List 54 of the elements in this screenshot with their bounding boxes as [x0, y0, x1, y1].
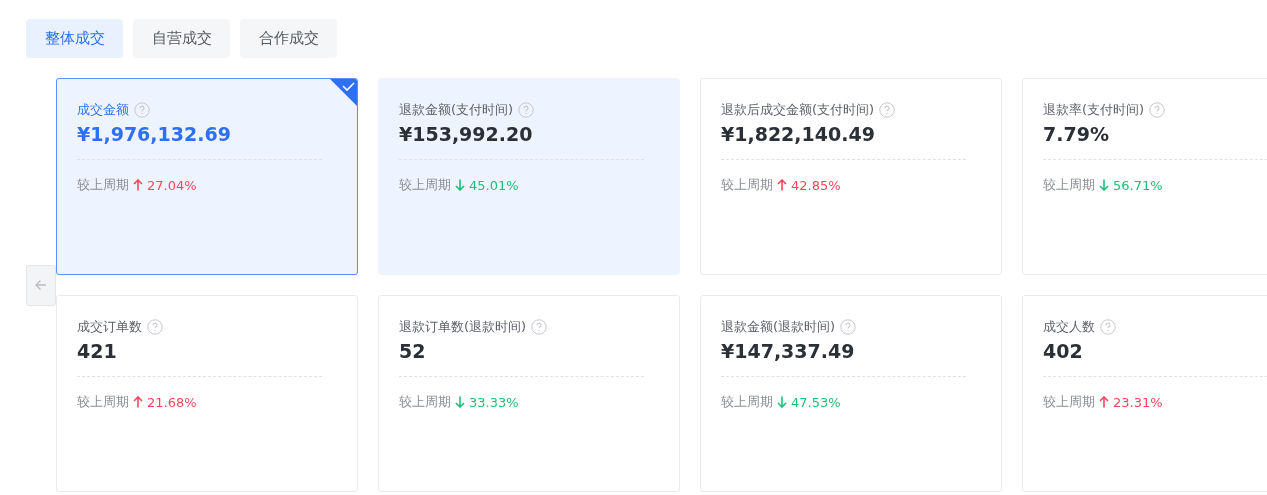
metric-card[interactable]: 成交金额 ¥1,976,132.69 较上周期 27.04% [56, 78, 358, 275]
metric-title: 成交订单数 [77, 318, 142, 336]
change-value: 33.33% [469, 394, 519, 410]
help-icon[interactable] [840, 319, 857, 335]
help-icon[interactable] [1100, 319, 1116, 335]
compare-label: 较上周期 [77, 393, 129, 411]
metric-value: 52 [399, 340, 427, 362]
change-value: 21.68% [147, 394, 197, 410]
metric-title: 退款率(支付时间) [1043, 101, 1145, 119]
metric-value: ¥147,337.49 [721, 340, 856, 362]
tab[interactable]: 合作成交 [240, 19, 337, 58]
metric-title: 成交金额 [77, 101, 129, 119]
change-value: 56.71% [1113, 177, 1163, 193]
check-corner-icon [330, 79, 357, 106]
metric-card[interactable]: 退款订单数(退款时间) 52 较上周期 33.33% [378, 295, 680, 492]
metric-card[interactable]: 退款金额(退款时间) ¥147,337.49 较上周期 47.53% [700, 295, 1002, 492]
help-icon[interactable] [518, 102, 535, 118]
help-icon[interactable] [531, 319, 548, 335]
back-arrow-icon [34, 278, 48, 292]
metric-value: ¥1,822,140.49 [721, 123, 876, 145]
compare-label: 较上周期 [721, 393, 773, 411]
help-icon[interactable] [147, 319, 163, 335]
metric-card[interactable]: 退款率(支付时间) 7.79% 较上周期 56.71% [1022, 78, 1267, 275]
compare-label: 较上周期 [1043, 176, 1095, 194]
metric-card[interactable]: 成交人数 402 较上周期 23.31% [1022, 295, 1267, 492]
metric-title: 退款金额(支付时间) [399, 101, 514, 119]
change-value: 27.04% [147, 177, 197, 193]
change-value: 45.01% [469, 177, 519, 193]
compare-label: 较上周期 [77, 176, 129, 194]
compare-label: 较上周期 [399, 176, 451, 194]
metric-title: 退款订单数(退款时间) [399, 318, 527, 336]
previous-button[interactable] [26, 264, 56, 306]
metric-value: 402 [1043, 340, 1084, 362]
metric-value: ¥153,992.20 [399, 123, 534, 145]
help-icon[interactable] [1149, 102, 1166, 118]
metric-title: 成交人数 [1043, 318, 1095, 336]
change-value: 23.31% [1113, 394, 1163, 410]
tab[interactable]: 自营成交 [133, 19, 230, 58]
compare-label: 较上周期 [399, 393, 451, 411]
change-value: 42.85% [791, 177, 841, 193]
tab[interactable]: 整体成交 [26, 19, 123, 58]
metric-value: ¥1,976,132.69 [77, 123, 232, 145]
metric-title: 退款后成交金额(支付时间) [721, 101, 875, 119]
metric-title: 退款金额(退款时间) [721, 318, 836, 336]
metric-card[interactable]: 退款金额(支付时间) ¥153,992.20 较上周期 45.01% [378, 78, 680, 275]
compare-label: 较上周期 [1043, 393, 1095, 411]
metric-value: 7.79% [1043, 123, 1110, 145]
compare-label: 较上周期 [721, 176, 773, 194]
help-icon[interactable] [134, 102, 150, 118]
metric-card[interactable]: 成交订单数 421 较上周期 21.68% [56, 295, 358, 492]
change-value: 47.53% [791, 394, 841, 410]
metric-value: 421 [77, 340, 118, 362]
help-icon[interactable] [879, 102, 896, 118]
metric-card[interactable]: 退款后成交金额(支付时间) ¥1,822,140.49 较上周期 42.85% [700, 78, 1002, 275]
